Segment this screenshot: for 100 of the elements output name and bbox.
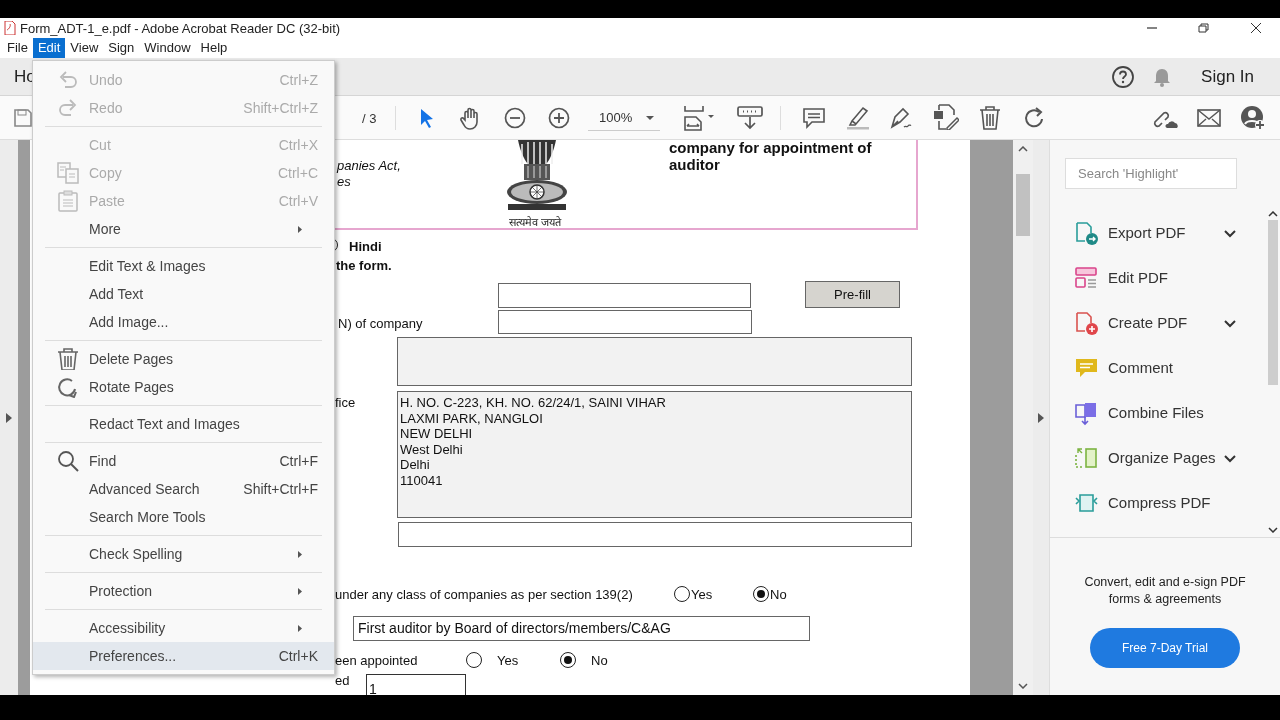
radio-button[interactable] — [466, 652, 482, 668]
input-field[interactable]: First auditor by Board of directors/members/C&AG — [353, 616, 810, 641]
scroll-up-icon[interactable] — [1018, 146, 1028, 152]
rotate-icon — [57, 376, 79, 398]
edit-document-icon[interactable] — [933, 104, 959, 130]
trial-button[interactable]: Free 7-Day Trial — [1090, 628, 1240, 668]
fit-page-icon[interactable] — [683, 105, 717, 131]
menu-item[interactable]: Accessibility — [33, 614, 334, 642]
menu-item[interactable]: Preferences... Ctrl+K — [33, 642, 334, 670]
search-field[interactable]: Search 'Highlight' — [1065, 158, 1237, 189]
field-label: ed — [335, 672, 350, 690]
rotate-icon[interactable] — [1022, 106, 1046, 130]
scroll-down-icon[interactable] — [1018, 683, 1028, 689]
scrollbar[interactable] — [1013, 140, 1033, 695]
menu-item[interactable]: Add Text — [33, 280, 334, 308]
option-label: Yes — [691, 586, 713, 604]
sign-in-button[interactable]: Sign In — [1201, 63, 1254, 90]
tool-item[interactable]: Compress PDF — [1108, 492, 1211, 515]
undo-icon — [57, 69, 79, 91]
menu-item[interactable]: Delete Pages — [33, 345, 334, 373]
menu-item[interactable]: Redact Text and Images — [33, 410, 334, 438]
radio-button[interactable] — [560, 652, 576, 668]
zoom-in-icon[interactable] — [548, 107, 570, 129]
menu-item[interactable]: Edit Text & Images — [33, 252, 334, 280]
restore-icon[interactable] — [1198, 23, 1210, 33]
help-icon[interactable] — [1111, 64, 1136, 89]
form-header-text: es — [337, 174, 351, 190]
zoom-dropdown[interactable]: 100% — [588, 105, 660, 131]
prefill-button[interactable]: Pre-fill — [805, 281, 900, 308]
save-icon[interactable] — [13, 108, 33, 128]
menu-bar-item[interactable]: File — [2, 38, 33, 58]
zoom-out-icon[interactable] — [504, 107, 526, 129]
pdf-file-icon — [4, 21, 16, 35]
tool-item[interactable]: Organize Pages — [1108, 447, 1216, 470]
menu-bar-item[interactable]: Help — [195, 38, 233, 58]
scroll-thumb[interactable] — [1268, 220, 1278, 385]
menu-item[interactable]: More — [33, 215, 334, 243]
form-title: auditor — [669, 156, 720, 173]
address-field[interactable]: H. NO. C-223, KH. NO. 62/24/1, SAINI VIHAR LAXMI PARK, NANGLOI NEW DELHI West Delhi Delhi 110041 — [397, 391, 912, 518]
trash-icon — [57, 348, 79, 370]
clipboard-icon — [57, 190, 79, 212]
menu-bar-item[interactable]: Edit — [32, 38, 66, 58]
scroll-up-icon[interactable] — [1268, 211, 1278, 217]
input-field[interactable] — [398, 522, 912, 547]
menu-bar-item[interactable]: Window — [139, 38, 196, 58]
menu-item[interactable]: Find Ctrl+F — [33, 447, 334, 475]
layout-icon[interactable] — [1075, 266, 1099, 291]
form-header-text: panies Act, — [337, 158, 401, 174]
menu-item[interactable]: Protection — [33, 577, 334, 605]
question-label: under any class of companies as per section 139(2) — [335, 586, 633, 604]
export-file-icon[interactable] — [1075, 221, 1099, 246]
input-field[interactable]: 1 — [366, 674, 466, 695]
promo-text: Convert, edit and e-sign PDF forms & agreements — [1083, 574, 1247, 608]
scroll-down-icon[interactable] — [1268, 527, 1278, 533]
comment-icon[interactable] — [803, 107, 825, 129]
collapse-arrow-icon[interactable] — [1038, 412, 1044, 423]
add-user-icon[interactable] — [1240, 105, 1266, 131]
option-label: No — [591, 652, 608, 670]
menu-item[interactable]: Add Image... — [33, 308, 334, 336]
submenu-arrow-icon — [298, 587, 302, 595]
menu-item[interactable]: Check Spelling — [33, 540, 334, 568]
input-field[interactable] — [498, 283, 751, 308]
chevron-down-icon[interactable] — [1224, 454, 1236, 463]
tool-item[interactable]: Comment — [1108, 357, 1174, 380]
input-field[interactable] — [397, 337, 912, 386]
radio-button[interactable] — [674, 586, 690, 602]
expand-arrow-icon[interactable] — [6, 412, 12, 423]
field-label: N) of company — [338, 315, 423, 333]
tool-item[interactable]: Edit PDF — [1108, 267, 1168, 290]
tool-item[interactable]: Create PDF — [1108, 312, 1188, 335]
window-title: Form_ADT-1_e.pdf - Adobe Acrobat Reader DC (32-bit) — [20, 20, 341, 36]
input-field[interactable] — [498, 310, 752, 334]
trash-icon[interactable] — [979, 106, 1001, 130]
mail-icon[interactable] — [1197, 109, 1221, 127]
radio-button[interactable] — [753, 586, 769, 602]
instruction-text: the form. — [336, 257, 392, 275]
scroll-mode-icon[interactable] — [737, 106, 763, 130]
question-label: een appointed — [335, 652, 418, 670]
option-label: Yes — [497, 652, 519, 670]
submenu-arrow-icon — [298, 550, 302, 558]
menu-item[interactable]: Search More Tools — [33, 503, 334, 531]
scroll-thumb[interactable] — [1016, 174, 1030, 236]
menu-bar-item[interactable]: Sign — [103, 38, 140, 58]
close-icon[interactable] — [1250, 23, 1262, 33]
tool-item[interactable]: Export PDF — [1108, 222, 1186, 245]
highlighter-icon[interactable] — [846, 106, 870, 130]
chevron-down-icon[interactable] — [1224, 229, 1236, 238]
add-file-icon[interactable] — [1075, 311, 1099, 336]
page-count: / 3 — [362, 110, 377, 128]
menu-item[interactable]: Rotate Pages — [33, 373, 334, 401]
motto-text: सत्यमेव जयते — [509, 216, 562, 228]
option-label: Hindi — [349, 238, 382, 256]
copy-icon — [57, 162, 79, 184]
chevron-down-icon[interactable] — [1224, 319, 1236, 328]
tool-item[interactable]: Combine Files — [1108, 402, 1204, 425]
combine-files-icon[interactable] — [1075, 401, 1099, 426]
menu-item[interactable]: Advanced Search Shift+Ctrl+F — [33, 475, 334, 503]
menu-bar-item[interactable]: View — [65, 38, 104, 58]
submenu-arrow-icon — [298, 624, 302, 632]
redo-icon — [57, 97, 79, 119]
